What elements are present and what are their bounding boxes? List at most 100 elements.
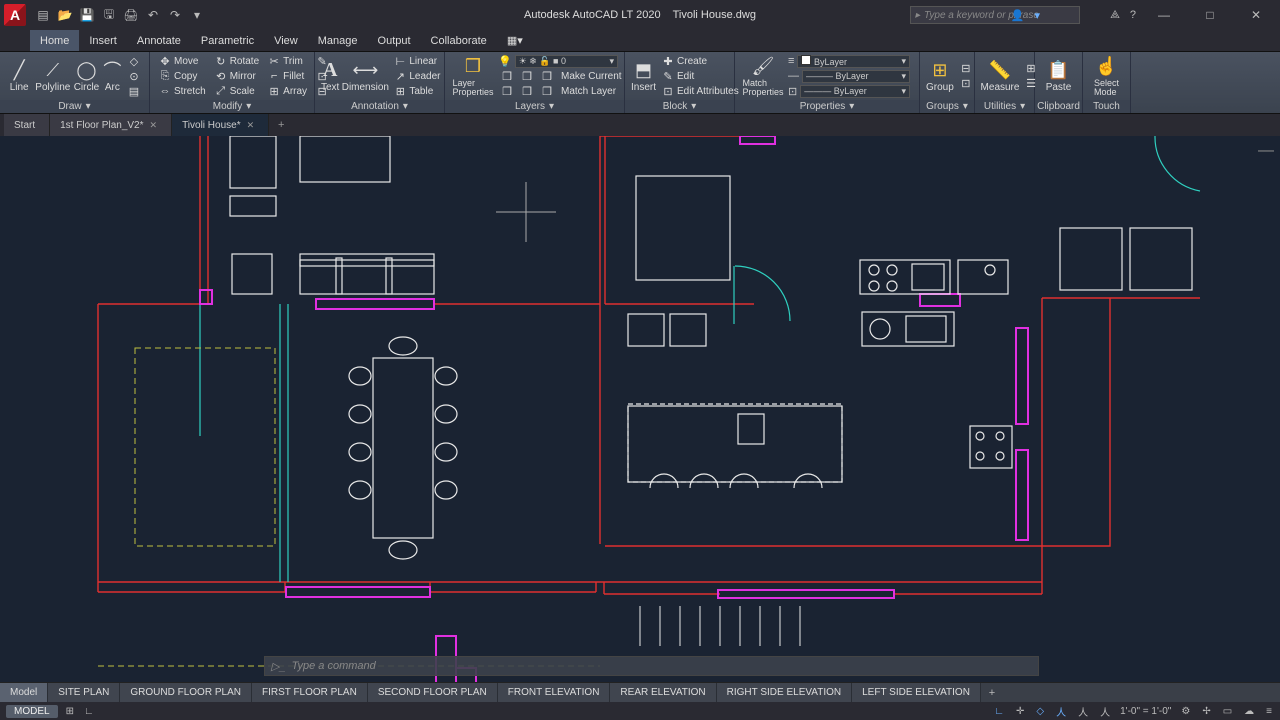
layout-tab-left[interactable]: LEFT SIDE ELEVATION bbox=[852, 683, 981, 702]
add-tab-button[interactable]: + bbox=[269, 114, 293, 136]
layer-ic6[interactable]: ❒ bbox=[538, 84, 556, 98]
line-button[interactable]: ╱Line bbox=[6, 54, 32, 98]
tab-home[interactable]: Home bbox=[30, 30, 79, 51]
layout-tab-model[interactable]: Model bbox=[0, 683, 48, 702]
tab-collaborate[interactable]: Collaborate bbox=[421, 30, 497, 51]
signin-icon[interactable]: ▾ bbox=[1035, 9, 1041, 22]
table-button[interactable]: ⊞Table bbox=[391, 84, 443, 98]
editattr-button[interactable]: ⊡Edit Attributes bbox=[659, 84, 742, 98]
insert-button[interactable]: ⬒Insert bbox=[631, 54, 656, 98]
scale-button[interactable]: ⤢Scale bbox=[212, 84, 262, 98]
annoscale-icon[interactable]: 人 bbox=[1054, 704, 1068, 719]
annoscale3-icon[interactable]: 人 bbox=[1098, 704, 1112, 719]
layerprops-button[interactable]: ❒LayerProperties bbox=[451, 54, 495, 98]
grid-toggle-icon[interactable]: ⊞ bbox=[64, 706, 76, 717]
copy-button[interactable]: ⎘Copy bbox=[156, 69, 209, 83]
draw-sm1-icon[interactable]: ◇ bbox=[125, 54, 143, 68]
editblock-button[interactable]: ✎Edit bbox=[659, 69, 742, 83]
color-select[interactable]: ByLayer▾ bbox=[797, 55, 910, 68]
rotate-button[interactable]: ↻Rotate bbox=[212, 54, 262, 68]
tab-parametric[interactable]: Parametric bbox=[191, 30, 264, 51]
draw-sm3-icon[interactable]: ▤ bbox=[125, 84, 143, 98]
customization-icon[interactable]: ≡ bbox=[1264, 706, 1274, 717]
layout-tab-front[interactable]: FRONT ELEVATION bbox=[498, 683, 611, 702]
mirror-button[interactable]: ⟲Mirror bbox=[212, 69, 262, 83]
layer-ic2[interactable]: ❒ bbox=[518, 69, 536, 83]
snap-toggle-icon[interactable]: ∟ bbox=[82, 706, 96, 717]
qat-new-icon[interactable]: ▤ bbox=[34, 6, 52, 24]
qat-saveas-icon[interactable]: 🖫 bbox=[100, 6, 118, 24]
qat-undo-icon[interactable]: ↶ bbox=[144, 6, 162, 24]
trim-button[interactable]: ✂Trim bbox=[265, 54, 310, 68]
layer-ic5[interactable]: ❒ bbox=[518, 84, 536, 98]
tab-output[interactable]: Output bbox=[368, 30, 421, 51]
help-icon[interactable]: ? bbox=[1130, 9, 1136, 21]
sb-ic1[interactable]: ✢ bbox=[1200, 706, 1212, 717]
dimension-button[interactable]: ⟷Dimension bbox=[342, 54, 388, 98]
layout-tab-first[interactable]: FIRST FLOOR PLAN bbox=[252, 683, 368, 702]
close-icon[interactable]: ✕ bbox=[247, 120, 255, 131]
stretch-button[interactable]: ⇔Stretch bbox=[156, 84, 209, 98]
tab-extra-icon[interactable]: ▦▾ bbox=[497, 30, 533, 51]
selectmode-button[interactable]: ☝SelectMode bbox=[1089, 54, 1124, 98]
ortho-icon[interactable]: ∟ bbox=[992, 706, 1006, 717]
layout-tab-rear[interactable]: REAR ELEVATION bbox=[610, 683, 716, 702]
matchlayer-button[interactable]: Match Layer bbox=[558, 84, 619, 98]
group-ic2[interactable]: ⊡ bbox=[957, 77, 975, 91]
app-logo[interactable]: A bbox=[4, 4, 26, 26]
user-icon[interactable]: 👤 bbox=[1011, 9, 1025, 22]
file-tab-1[interactable]: 1st Floor Plan_V2*✕ bbox=[50, 114, 172, 136]
maximize-button[interactable]: □ bbox=[1192, 4, 1228, 26]
layout-tab-right[interactable]: RIGHT SIDE ELEVATION bbox=[717, 683, 852, 702]
modelspace-button[interactable]: MODEL bbox=[6, 705, 58, 718]
qat-plot-icon[interactable]: 🖨 bbox=[122, 6, 140, 24]
group-ic1[interactable]: ⊟ bbox=[957, 62, 975, 76]
drawing-canvas[interactable]: — bbox=[0, 136, 1280, 697]
qat-more-icon[interactable]: ▾ bbox=[188, 6, 206, 24]
linear-button[interactable]: ⊢Linear bbox=[391, 54, 443, 68]
makecurrent-button[interactable]: Make Current bbox=[558, 69, 625, 83]
add-layout-button[interactable]: + bbox=[981, 683, 1003, 702]
scale-readout[interactable]: 1'-0" = 1'-0" bbox=[1120, 706, 1171, 717]
lineweight-select[interactable]: ——— ByLayer▾ bbox=[802, 70, 910, 83]
file-tab-2[interactable]: Tivoli House*✕ bbox=[172, 114, 269, 136]
circle-button[interactable]: ◯Circle bbox=[73, 54, 99, 98]
polar-icon[interactable]: ✛ bbox=[1014, 706, 1026, 717]
tab-manage[interactable]: Manage bbox=[308, 30, 368, 51]
measure-button[interactable]: 📏Measure bbox=[981, 54, 1019, 98]
group-button[interactable]: ⊞Group bbox=[926, 54, 954, 98]
tab-insert[interactable]: Insert bbox=[79, 30, 127, 51]
arc-button[interactable]: ⌒Arc bbox=[103, 54, 122, 98]
annoscale2-icon[interactable]: 人 bbox=[1076, 704, 1090, 719]
layout-tab-second[interactable]: SECOND FLOOR PLAN bbox=[368, 683, 498, 702]
tab-view[interactable]: View bbox=[264, 30, 308, 51]
tab-annotate[interactable]: Annotate bbox=[127, 30, 191, 51]
create-button[interactable]: ✚Create bbox=[659, 54, 742, 68]
fillet-button[interactable]: ⌐Fillet bbox=[265, 69, 310, 83]
layout-tab-site[interactable]: SITE PLAN bbox=[48, 683, 120, 702]
qat-redo-icon[interactable]: ↷ bbox=[166, 6, 184, 24]
text-button[interactable]: AText bbox=[321, 54, 339, 98]
layer-ic1[interactable]: ❒ bbox=[498, 69, 516, 83]
matchprops-button[interactable]: 🖌MatchProperties bbox=[741, 54, 785, 98]
minimize-button[interactable]: — bbox=[1146, 4, 1182, 26]
share-icon[interactable]: ⟁ bbox=[1110, 9, 1120, 22]
command-line[interactable]: ▷_ Type a command bbox=[264, 656, 1039, 676]
move-button[interactable]: ✥Move bbox=[156, 54, 209, 68]
linetype-select[interactable]: ——— ByLayer▾ bbox=[800, 85, 910, 98]
paste-button[interactable]: 📋Paste bbox=[1041, 54, 1076, 98]
sb-ic2[interactable]: ▭ bbox=[1221, 706, 1234, 717]
layer-ic3[interactable]: ❒ bbox=[538, 69, 556, 83]
polyline-button[interactable]: ⟋Polyline bbox=[35, 54, 70, 98]
qat-open-icon[interactable]: 📂 bbox=[56, 6, 74, 24]
qat-save-icon[interactable]: 💾 bbox=[78, 6, 96, 24]
file-tab-start[interactable]: Start bbox=[4, 114, 50, 136]
sb-ic3[interactable]: ☁ bbox=[1242, 706, 1256, 717]
layer-select[interactable]: ☀ ❄ 🔓 ■ 0▾ bbox=[515, 55, 618, 68]
osnap-icon[interactable]: ◇ bbox=[1034, 706, 1046, 717]
leader-button[interactable]: ↗Leader bbox=[391, 69, 443, 83]
close-icon[interactable]: ✕ bbox=[150, 120, 158, 131]
close-button[interactable]: ✕ bbox=[1238, 4, 1274, 26]
draw-sm2-icon[interactable]: ⊙ bbox=[125, 69, 143, 83]
array-button[interactable]: ⊞Array bbox=[265, 84, 310, 98]
